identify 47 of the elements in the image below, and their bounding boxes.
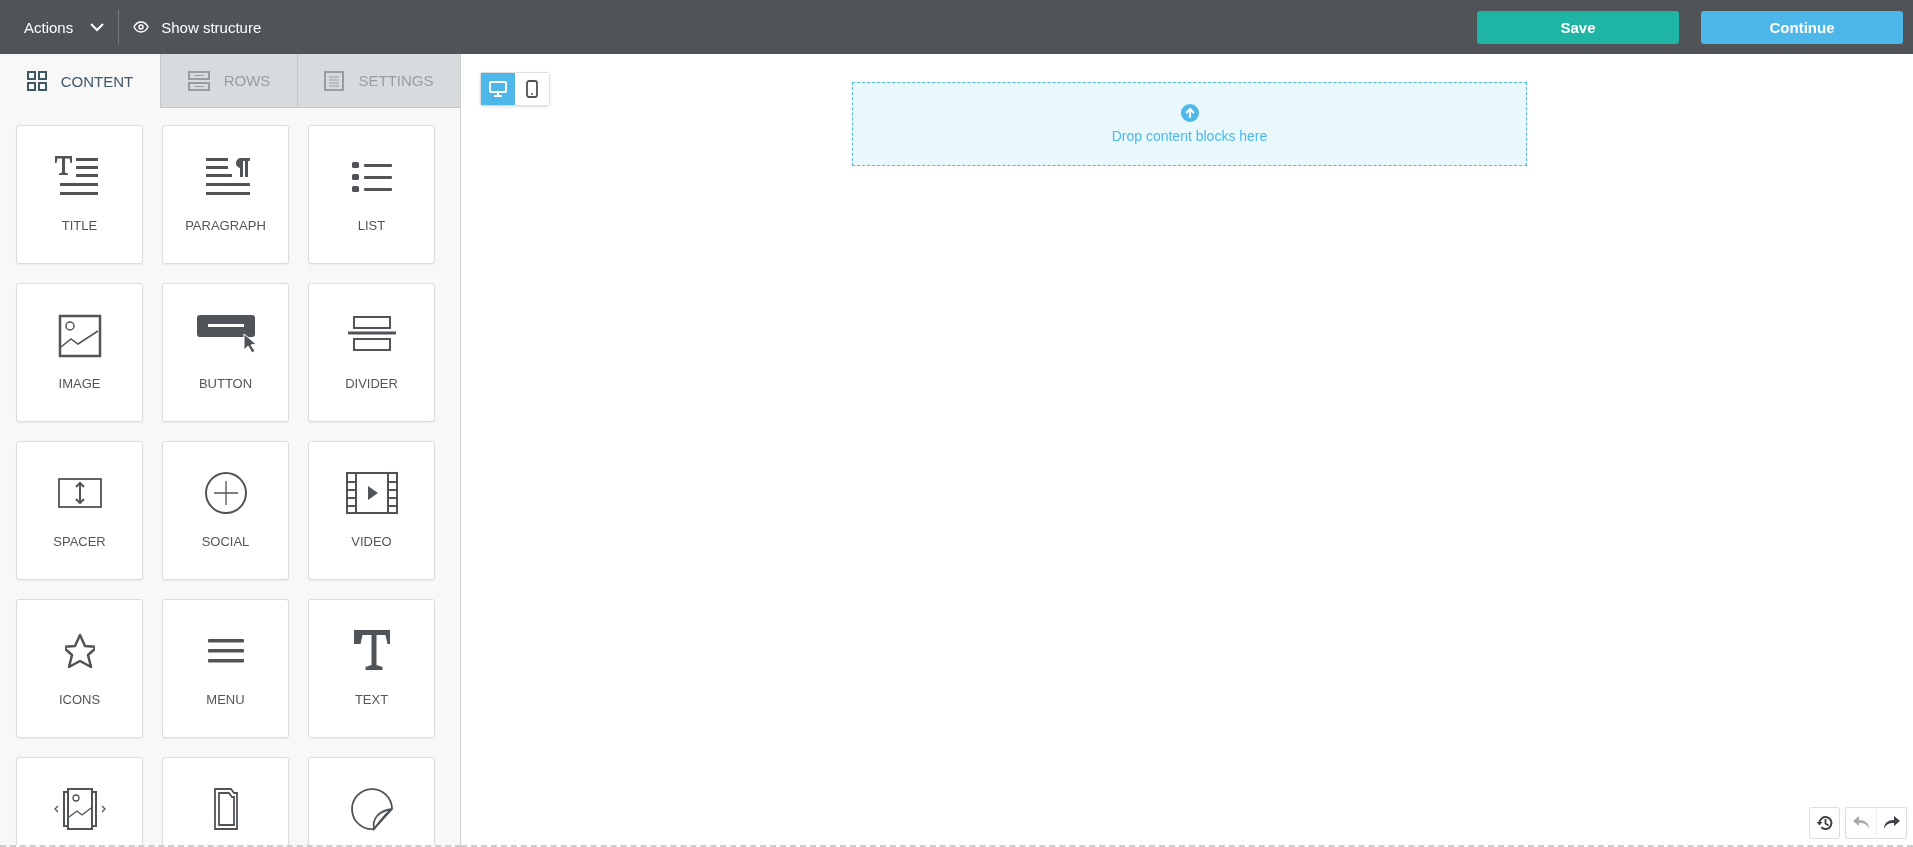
content-block-tile[interactable]: BUTTON [162, 283, 289, 422]
spacer-icon [56, 477, 103, 509]
grid-icon [26, 71, 47, 91]
phone-icon [526, 80, 538, 98]
block-label: DIVIDER [345, 376, 398, 391]
undo-icon [1852, 815, 1870, 831]
monitor-icon [489, 81, 507, 97]
drop-zone-hint: Drop content blocks here [1111, 128, 1268, 144]
show-structure-button[interactable]: Show structure [133, 12, 262, 42]
block-label: LIST [357, 218, 386, 233]
redo-icon [1882, 815, 1901, 831]
chevron-down-icon [90, 22, 105, 32]
block-label: VIDEO [351, 534, 392, 549]
content-block-tile[interactable]: VIDEO [308, 441, 435, 580]
block-label: PARAGRAPH [185, 218, 266, 233]
icons-icon [64, 632, 95, 670]
history-button[interactable] [1809, 807, 1840, 839]
block-label: TITLE [61, 218, 98, 233]
rows-icon [187, 70, 210, 91]
content-block-tile[interactable]: TEXT [308, 599, 435, 738]
content-block-tile[interactable]: SPACER [16, 441, 143, 580]
content-block-tile[interactable]: SOCIAL [162, 441, 289, 580]
history-icon [1815, 814, 1834, 832]
block-label: SOCIAL [201, 534, 250, 549]
block-label: IMAGE [58, 376, 101, 391]
block-label: BUTTON [198, 376, 253, 391]
list-icon [349, 160, 394, 194]
document-icon [324, 70, 345, 91]
upload-icon [1180, 104, 1199, 122]
menu-icon [205, 637, 246, 665]
content-block-tile[interactable]: IMAGE [16, 283, 143, 422]
block-label: MENU [206, 692, 245, 707]
mobile-view-button[interactable] [515, 73, 549, 105]
content-block-tile[interactable]: DIVIDER [308, 283, 435, 422]
content-block-tile[interactable]: ICONS [16, 599, 143, 738]
file-icon [212, 787, 239, 831]
block-label: TEXT [354, 692, 389, 707]
content-block-tile[interactable]: PARAGRAPH [162, 125, 289, 264]
redo-button[interactable] [1876, 807, 1907, 839]
content-block-tile[interactable]: MENU [162, 599, 289, 738]
social-icon [203, 471, 248, 515]
content-block-tile[interactable]: TITLE [16, 125, 143, 264]
block-label: ICONS [58, 692, 101, 707]
eye-icon [133, 21, 150, 33]
content-block-tile[interactable]: LIST [308, 125, 435, 264]
block-label: SPACER [53, 534, 106, 549]
actions-menu-button[interactable]: Actions [24, 12, 105, 42]
